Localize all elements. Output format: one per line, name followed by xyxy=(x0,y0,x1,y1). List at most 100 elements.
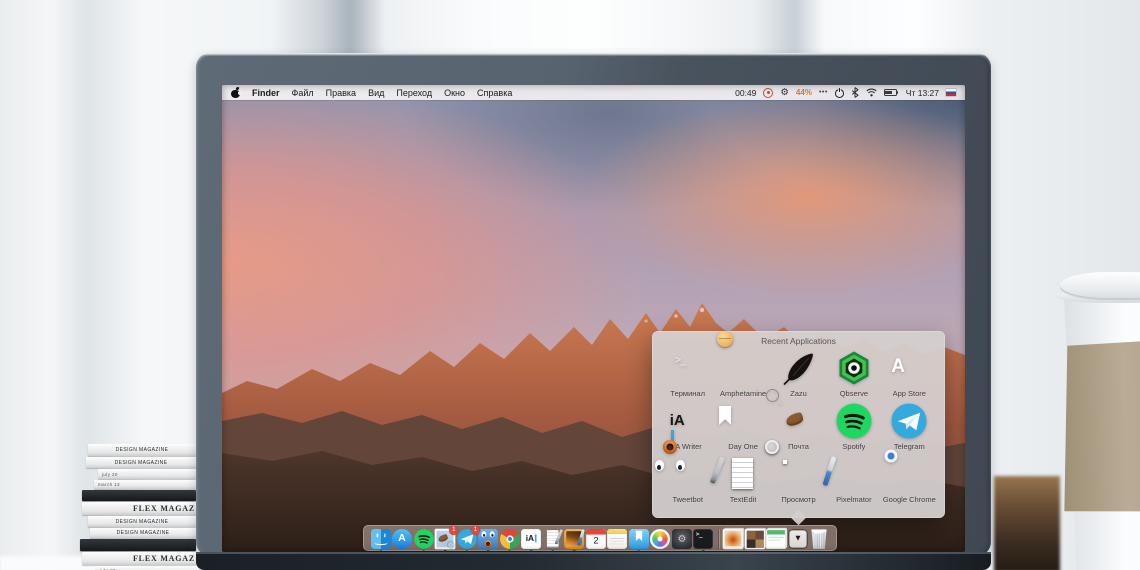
gear-icon[interactable]: ⚙ xyxy=(780,88,789,98)
qbserve-icon xyxy=(836,373,872,390)
popup-app-icon-wrap: iA xyxy=(670,403,706,439)
dock-icon-wrap xyxy=(478,529,498,549)
popup-app-textedit[interactable]: TextEdit xyxy=(715,456,770,504)
timer-text[interactable]: 00:49 xyxy=(735,88,756,98)
popup-app-label: Zazu xyxy=(790,389,807,398)
dock-item-dayone[interactable] xyxy=(629,529,649,549)
more-dots-icon[interactable]: ••• xyxy=(819,89,828,96)
popup-app-label: Spotify xyxy=(842,442,865,451)
dock-icon-wrap xyxy=(543,529,563,549)
menu-item-2[interactable]: Правка xyxy=(326,88,356,98)
magazine-spine: DESIGN MAGAZINE xyxy=(88,444,196,456)
popup-app-label: App Store xyxy=(893,389,926,398)
dock-item-sysprefs[interactable]: ⚙ xyxy=(672,529,692,549)
magazine-spine: FLEX MAGAZ xyxy=(82,552,196,565)
menu-item-0[interactable]: Finder xyxy=(252,88,280,98)
wifi-icon[interactable] xyxy=(866,88,877,97)
dock-item-trash[interactable] xyxy=(809,529,829,549)
popup-app-icon-wrap xyxy=(725,456,761,492)
menu-item-4[interactable]: Переход xyxy=(396,88,432,98)
bluetooth-icon[interactable] xyxy=(851,87,859,98)
magazine-spine: july 20 xyxy=(98,469,196,479)
popup-app-label: Google Chrome xyxy=(883,495,936,504)
magazine-stack: DESIGN MAGAZINEDESIGN MAGAZINEjuly 20mar… xyxy=(78,444,196,570)
russian-flag-icon[interactable] xyxy=(946,89,956,96)
dock-item-mail[interactable]: 1 xyxy=(435,529,455,549)
zazu-icon xyxy=(780,373,816,390)
popup-app-icon-wrap xyxy=(836,350,872,386)
dock-icon-wrap xyxy=(629,529,649,549)
popup-app-icon-wrap xyxy=(780,403,816,439)
percent-text[interactable]: 44% xyxy=(796,88,812,97)
menu-item-1[interactable]: Файл xyxy=(292,88,314,98)
dock-item-tweetbot[interactable] xyxy=(478,529,498,549)
menu-item-6[interactable]: Справка xyxy=(477,88,512,98)
battery-icon[interactable] xyxy=(884,89,897,96)
dock-item-notes[interactable] xyxy=(607,529,627,549)
dock-icon-wrap xyxy=(809,529,829,549)
popup-app-terminal[interactable]: >_Терминал xyxy=(660,350,715,398)
dock-item-stack-docs[interactable] xyxy=(766,529,786,549)
popup-app-pixelmator[interactable]: Pixelmator xyxy=(826,456,881,504)
dock-item-textedit[interactable] xyxy=(543,529,563,549)
dock-icon-wrap: iA xyxy=(521,529,541,549)
popup-app-icon-wrap xyxy=(836,456,872,492)
macbook-base xyxy=(196,552,991,570)
dock-item-terminal[interactable]: >_ xyxy=(693,529,713,549)
apple-menu-icon[interactable] xyxy=(231,87,240,98)
dock-icon-wrap xyxy=(607,529,627,549)
spotify-icon xyxy=(414,529,434,549)
popup-app-icon-wrap xyxy=(891,456,927,492)
magazine-spine: DESIGN MAGAZINE xyxy=(86,457,196,468)
recent-applications-popup: Recent Applications >_ТерминалAmphetamin… xyxy=(652,331,945,518)
photos-icon xyxy=(650,529,670,549)
magazine-spine: DESIGN MAGAZINE xyxy=(90,528,196,538)
popup-app-icon-wrap xyxy=(836,403,872,439)
dock-divider xyxy=(718,529,719,549)
dock-item-stack-photos[interactable] xyxy=(745,529,765,549)
popup-app-spotify[interactable]: Spotify xyxy=(826,403,881,451)
dock-item-appstore[interactable]: A xyxy=(392,529,412,549)
stack-images-icon xyxy=(723,529,743,549)
dock-item-finder[interactable] xyxy=(371,529,391,549)
popup-app-label: Pixelmator xyxy=(836,495,871,504)
popup-app-icon-wrap xyxy=(780,350,816,386)
popup-app-label: Tweetbot xyxy=(672,495,702,504)
popup-app-telegram[interactable]: Telegram xyxy=(882,403,937,451)
dock-item-calendar[interactable]: 2 xyxy=(586,529,606,549)
notification-badge: 1 xyxy=(449,526,458,535)
dock-item-stack-images[interactable] xyxy=(723,529,743,549)
dock-item-pixelmator[interactable] xyxy=(564,529,584,549)
power-icon[interactable] xyxy=(835,88,844,98)
popup-title: Recent Applications xyxy=(652,331,945,346)
popup-app-tweetbot[interactable]: Tweetbot xyxy=(660,456,715,504)
dock-item-chrome[interactable] xyxy=(500,529,520,549)
popup-app-icon-wrap: A xyxy=(891,350,927,386)
popup-app-mail[interactable]: Почта xyxy=(771,403,826,451)
dock-item-telegram[interactable]: 1 xyxy=(457,529,477,549)
desk-surface-right xyxy=(994,476,1060,570)
dock-icon-wrap xyxy=(414,529,434,549)
spotify-icon xyxy=(836,426,872,443)
popup-app-amphetamine[interactable]: Amphetamine xyxy=(715,350,770,398)
menu-item-3[interactable]: Вид xyxy=(368,88,384,98)
dock-icon-wrap: A xyxy=(392,529,412,549)
popup-app-icon-wrap xyxy=(725,350,761,386)
calendar-icon: 2 xyxy=(586,529,606,549)
dock-item-spotify[interactable] xyxy=(414,529,434,549)
timer-icon[interactable] xyxy=(763,88,773,98)
dock-item-photos[interactable] xyxy=(650,529,670,549)
popup-app-qbserve[interactable]: Qbserve xyxy=(826,350,881,398)
popup-app-dayone[interactable]: Day One xyxy=(715,403,770,451)
dock-item-recents-open[interactable]: ▼ xyxy=(788,529,808,549)
popup-app-appstore[interactable]: A App Store xyxy=(882,350,937,398)
popup-app-zazu[interactable]: Zazu xyxy=(771,350,826,398)
dock-item-iawriter[interactable]: iA xyxy=(521,529,541,549)
popup-app-chrome[interactable]: Google Chrome xyxy=(882,456,937,504)
sysprefs-icon: ⚙ xyxy=(672,529,692,549)
popup-app-preview[interactable]: Просмотр xyxy=(771,456,826,504)
menu-item-5[interactable]: Окно xyxy=(444,88,465,98)
datetime-text[interactable]: Чт 13:27 xyxy=(906,88,939,98)
popup-app-label: Day One xyxy=(728,442,758,451)
dayone-icon xyxy=(629,529,649,549)
